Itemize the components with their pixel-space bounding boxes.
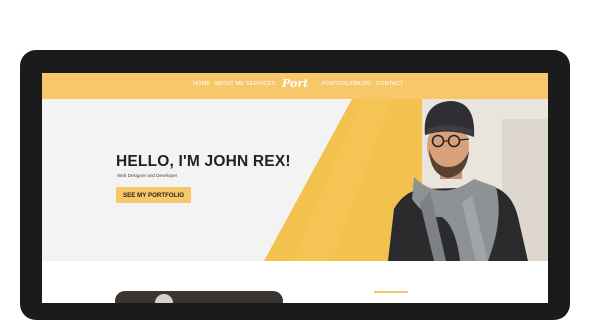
profile-image-highlight bbox=[155, 294, 173, 303]
nav-item-contact[interactable]: CONTACT bbox=[376, 81, 404, 87]
content-section bbox=[42, 261, 548, 303]
nav-item-home[interactable]: HOME bbox=[193, 81, 210, 87]
top-navigation-bar: HOME ABOUT ME SERVICES Port PORTFOLIO BL… bbox=[42, 73, 548, 99]
hero-section: HELLO, I'M JOHN REX! Web Designer and De… bbox=[42, 99, 548, 261]
nav-item-portfolio[interactable]: PORTFOLIO bbox=[322, 81, 355, 87]
nav-item-about-me[interactable]: ABOUT ME bbox=[214, 81, 244, 87]
hero-portrait-photo bbox=[264, 99, 548, 261]
section-divider bbox=[374, 291, 408, 293]
profile-image bbox=[115, 291, 283, 303]
hero-subtitle: Web Designer and Developer bbox=[117, 173, 178, 178]
hero-title: HELLO, I'M JOHN REX! bbox=[116, 153, 291, 170]
nav-item-services[interactable]: SERVICES bbox=[246, 81, 275, 87]
see-portfolio-button[interactable]: SEE MY PORTFOLIO bbox=[116, 187, 191, 203]
website-screen: HOME ABOUT ME SERVICES Port PORTFOLIO BL… bbox=[42, 73, 548, 303]
nav-item-blog[interactable]: BLOG bbox=[355, 81, 371, 87]
site-logo[interactable]: Port bbox=[282, 77, 308, 90]
